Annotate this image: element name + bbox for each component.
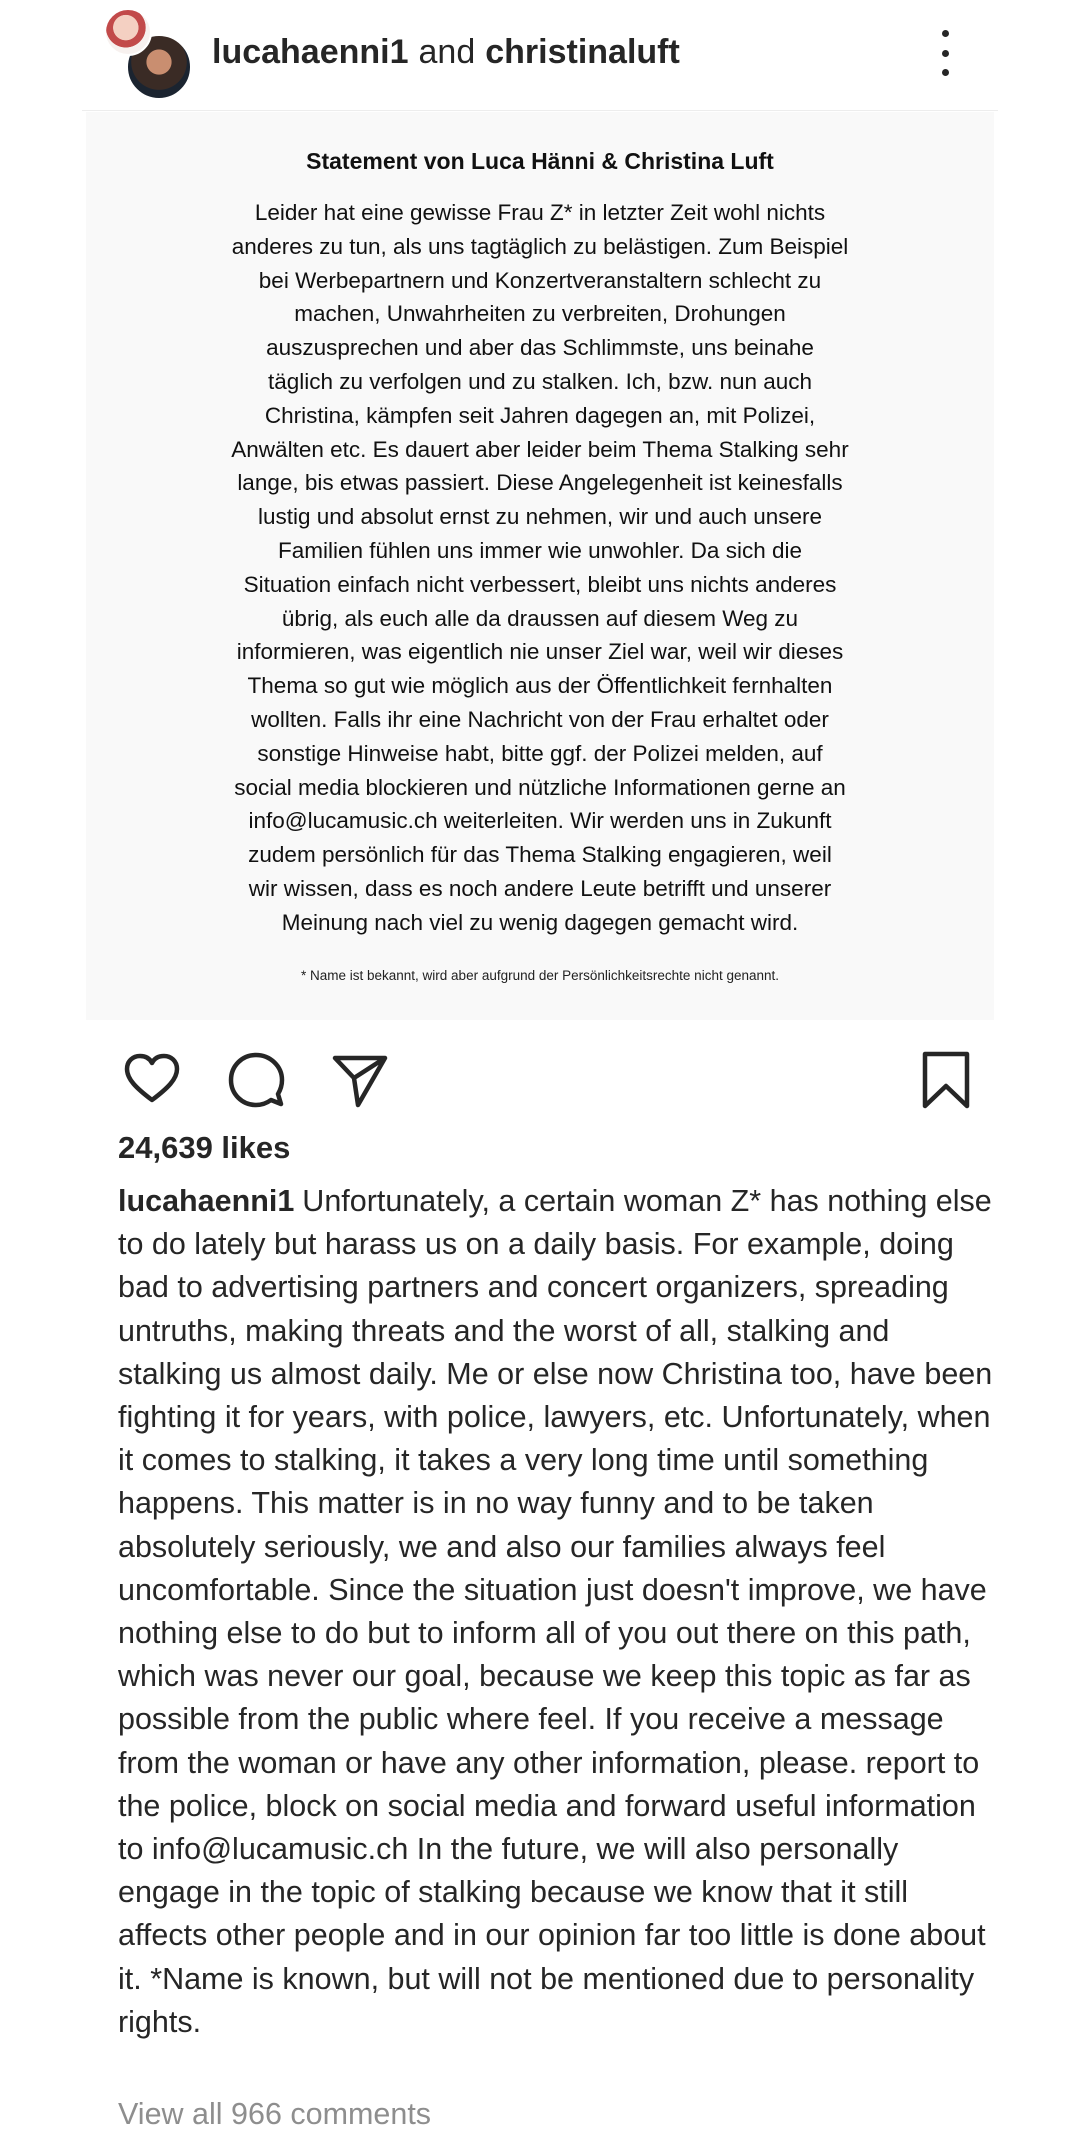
post-actions (0, 1040, 1080, 1110)
comment-icon[interactable] (226, 1050, 286, 1110)
statement-line: Christina, kämpfen seit Jahren dagegen a… (264, 402, 816, 428)
statement-line: info@lucamusic.ch weiterleiten. Wir werd… (248, 808, 832, 834)
statement-line: wollten. Falls ihr eine Nachricht von de… (251, 706, 829, 732)
post-image[interactable]: Statement von Luca Hänni & Christina Luf… (86, 112, 994, 1020)
post-caption: lucahaenni1 Unfortunately, a certain woma… (118, 1180, 998, 2044)
statement-line: täglich zu verfolgen und zu stalken. Ich… (267, 368, 813, 394)
post-authors: lucahaenni1 and christinaluft (212, 28, 680, 76)
statement-line: sonstige Hinweise habt, bitte ggf. der P… (257, 740, 823, 766)
avatar-christinaluft[interactable] (104, 8, 152, 56)
statement-line: zudem persönlich für das Thema Stalking … (248, 842, 832, 868)
post-header: lucahaenni1 and christinaluft (0, 0, 1080, 110)
statement-line: machen, Unwahrheiten zu verbreiten, Droh… (294, 301, 786, 327)
statement-line: Thema so gut wie möglich aus der Öffentl… (247, 673, 833, 699)
statement-line: lange, bis etwas passiert. Diese Angeleg… (237, 470, 843, 496)
statement-line: Situation einfach nicht verbessert, blei… (243, 571, 837, 597)
statement-line: Familien fühlen uns immer wie unwohler. … (278, 537, 802, 563)
more-dot (941, 69, 949, 76)
statement-line: übrig, als euch alle da draussen auf die… (281, 605, 799, 631)
statement-line: Meinung nach viel zu wenig dagegen gemac… (281, 909, 799, 935)
username-link-2[interactable]: christinaluft (485, 33, 680, 71)
bookmark-icon[interactable] (916, 1050, 976, 1110)
statement-line: anderes zu tun, als uns tagtäglich zu be… (231, 233, 849, 259)
header-divider (82, 110, 998, 111)
statement-line: lustig und absolut ernst zu nehmen, wir … (257, 504, 823, 530)
statement-line: Leider hat eine gewisse Frau Z* in letzt… (254, 200, 826, 225)
likes-count[interactable]: 24,639 likes (118, 1130, 290, 1166)
statement-body: Leider hat eine gewisse Frau Z* in letzt… (196, 196, 884, 940)
statement-line: informieren, was eigentlich nie unser Zi… (236, 639, 844, 665)
heart-icon[interactable] (122, 1050, 182, 1110)
more-dot (941, 30, 949, 37)
avatar-group[interactable] (104, 8, 196, 100)
statement-line: Anwälten etc. Es dauert aber leider beim… (231, 436, 849, 462)
view-all-comments-link[interactable]: View all 966 comments (118, 2094, 431, 2134)
caption-username[interactable]: lucahaenni1 (118, 1184, 294, 1218)
username-link-1[interactable]: lucahaenni1 (212, 33, 409, 71)
share-icon[interactable] (330, 1050, 390, 1110)
authors-connector: and (418, 33, 476, 71)
caption-text: Unfortunately, a certain woman Z* has no… (118, 1184, 993, 2039)
statement-line: wir wissen, dass es noch andere Leute be… (248, 875, 832, 901)
statement-line: auszusprechen und aber das Schlimmste, u… (266, 335, 814, 361)
statement-line: social media blockieren und nützliche In… (234, 774, 846, 800)
statement-footnote: * Name ist bekannt, wird aber aufgrund d… (300, 968, 780, 983)
statement-title: Statement von Luca Hänni & Christina Luf… (306, 148, 774, 174)
more-options-icon[interactable] (930, 30, 960, 76)
more-dot (941, 49, 949, 57)
statement-line: bei Werbepartnern und Konzertveranstalte… (258, 267, 822, 293)
